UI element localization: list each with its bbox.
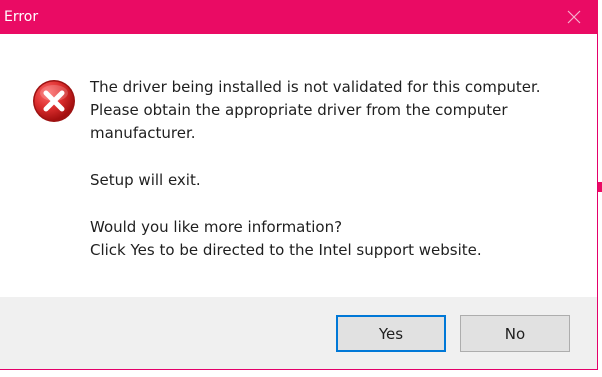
question-text: Would you like more information? bbox=[90, 218, 343, 236]
no-button[interactable]: No bbox=[460, 315, 570, 352]
message-line-2: Please obtain the appropriate driver fro… bbox=[90, 101, 508, 119]
window-title: Error bbox=[4, 9, 39, 25]
message-text: The driver being installed is not valida… bbox=[90, 76, 570, 262]
window-edge-mark bbox=[598, 182, 602, 192]
error-icon bbox=[33, 80, 75, 122]
dialog-content: The driver being installed is not valida… bbox=[0, 34, 597, 297]
close-icon bbox=[567, 10, 581, 24]
close-button[interactable] bbox=[560, 4, 588, 30]
message-line-1: The driver being installed is not valida… bbox=[90, 78, 541, 96]
title-bar: Error bbox=[0, 0, 598, 34]
error-dialog: Error The driver being installed is not … bbox=[0, 0, 598, 370]
instruction-text: Click Yes to be directed to the Intel su… bbox=[90, 241, 482, 259]
exit-text: Setup will exit. bbox=[90, 171, 201, 189]
yes-button[interactable]: Yes bbox=[336, 315, 446, 352]
message-line-3: manufacturer. bbox=[90, 124, 196, 142]
button-bar: Yes No bbox=[0, 297, 597, 369]
